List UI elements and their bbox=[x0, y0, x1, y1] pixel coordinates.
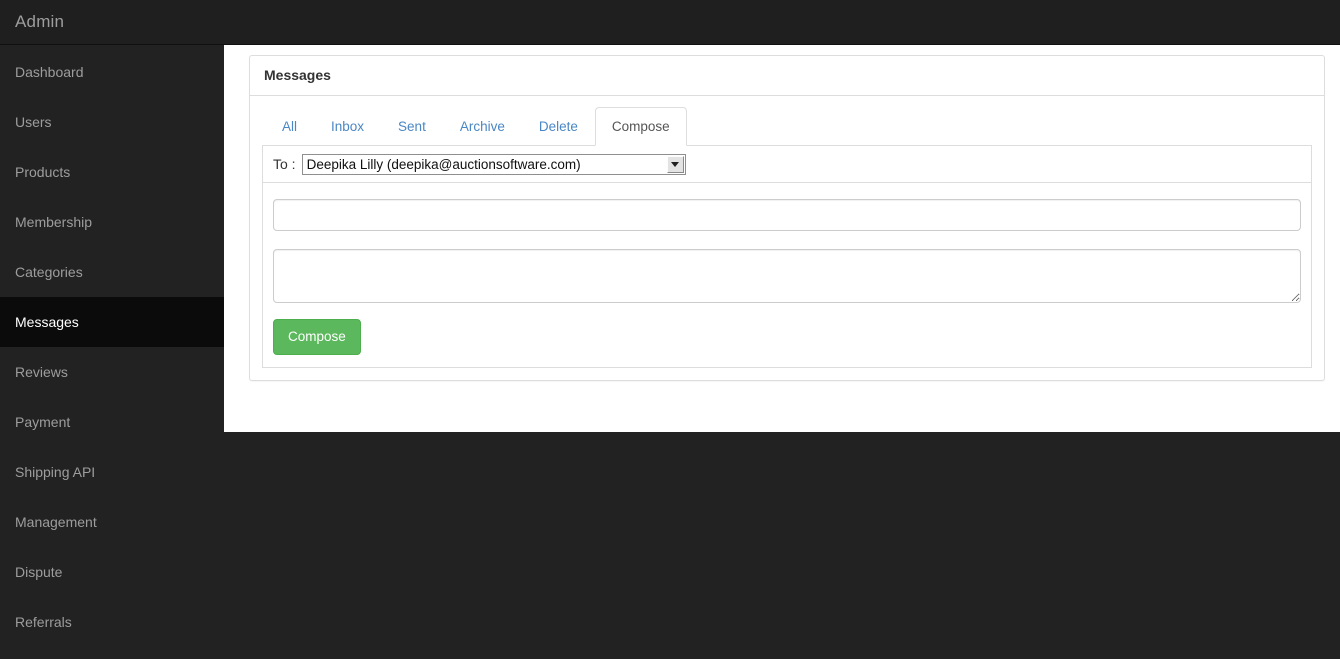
subject-input[interactable] bbox=[273, 199, 1301, 232]
sidebar-nav: Dashboard Users Products Membership Cate… bbox=[0, 45, 224, 659]
sidebar-item-dispute[interactable]: Dispute bbox=[0, 547, 224, 597]
brand-title[interactable]: Admin bbox=[0, 12, 64, 32]
tab-delete-item: Delete bbox=[522, 107, 595, 146]
messages-tabs: All Inbox Sent Archive Delete Compose bbox=[262, 107, 1312, 147]
sidebar-item-payment[interactable]: Payment bbox=[0, 397, 224, 447]
sidebar-item-shipping-api[interactable]: Shipping API bbox=[0, 447, 224, 497]
tab-delete[interactable]: Delete bbox=[522, 107, 595, 146]
message-fields: Compose bbox=[263, 183, 1311, 366]
tab-all-item: All bbox=[265, 107, 314, 146]
tab-sent[interactable]: Sent bbox=[381, 107, 443, 146]
tab-archive[interactable]: Archive bbox=[443, 107, 522, 146]
tab-inbox[interactable]: Inbox bbox=[314, 107, 381, 146]
sidebar-item-membership[interactable]: Membership bbox=[0, 197, 224, 247]
sidebar-item-reviews[interactable]: Reviews bbox=[0, 347, 224, 397]
panel-body: All Inbox Sent Archive Delete Compose To… bbox=[250, 96, 1324, 379]
page-title: Messages bbox=[264, 67, 331, 83]
recipient-select[interactable]: Deepika Lilly (deepika@auctionsoftware.c… bbox=[301, 153, 686, 175]
sidebar-item-users[interactable]: Users bbox=[0, 97, 224, 147]
tab-all[interactable]: All bbox=[265, 107, 314, 146]
panel-heading: Messages bbox=[250, 56, 1324, 97]
top-navbar: Admin bbox=[0, 0, 1340, 45]
chevron-down-icon[interactable] bbox=[666, 155, 684, 173]
main-content-area: Messages All Inbox Sent Archive Delete C… bbox=[224, 45, 1340, 432]
sidebar-item-messages[interactable]: Messages bbox=[0, 297, 224, 347]
messages-panel: Messages All Inbox Sent Archive Delete C… bbox=[249, 55, 1325, 381]
tab-inbox-item: Inbox bbox=[314, 107, 381, 146]
sidebar-item-categories[interactable]: Categories bbox=[0, 247, 224, 297]
sidebar-item-dashboard[interactable]: Dashboard bbox=[0, 47, 224, 97]
sidebar-item-management[interactable]: Management bbox=[0, 497, 224, 547]
recipient-select-value: Deepika Lilly (deepika@auctionsoftware.c… bbox=[306, 156, 581, 172]
tab-archive-item: Archive bbox=[443, 107, 522, 146]
compose-submit-button[interactable]: Compose bbox=[273, 319, 361, 355]
tab-sent-item: Sent bbox=[381, 107, 443, 146]
tab-compose[interactable]: Compose bbox=[594, 107, 687, 147]
to-label: To : bbox=[273, 156, 296, 173]
tab-compose-item: Compose bbox=[594, 107, 687, 147]
compose-form: To : Deepika Lilly (deepika@auctionsoftw… bbox=[262, 146, 1312, 368]
sidebar-item-referrals[interactable]: Referrals bbox=[0, 597, 224, 647]
sidebar-item-products[interactable]: Products bbox=[0, 147, 224, 197]
message-textarea[interactable] bbox=[273, 249, 1301, 304]
recipient-row: To : Deepika Lilly (deepika@auctionsoftw… bbox=[263, 146, 1311, 184]
page-background-bottom bbox=[224, 432, 1340, 659]
